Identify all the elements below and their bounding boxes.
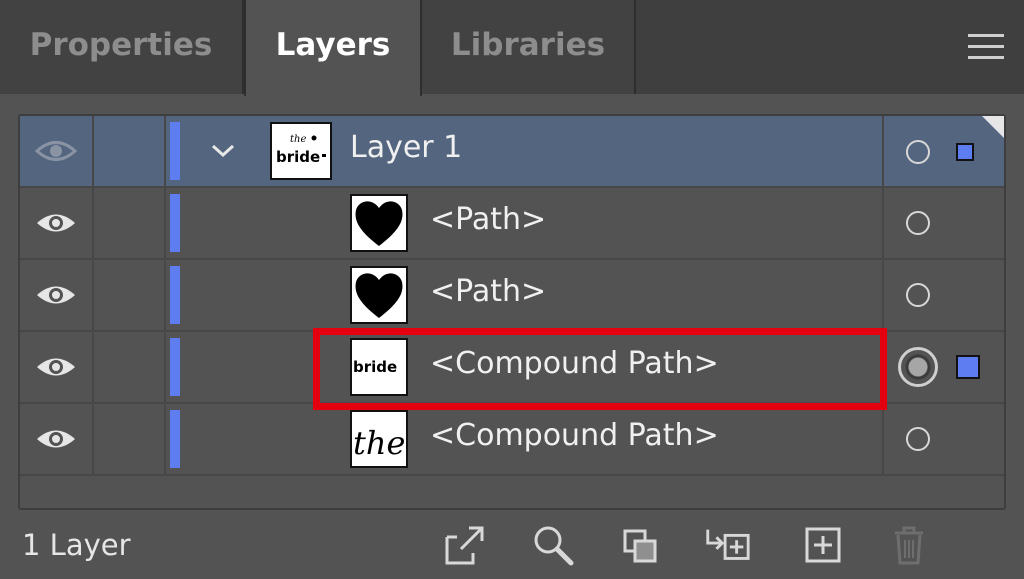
- target-circle-icon[interactable]: [906, 283, 930, 307]
- target-circle-icon[interactable]: [906, 427, 930, 451]
- layer-name[interactable]: Layer 1: [350, 130, 462, 165]
- tab-properties[interactable]: Properties: [0, 0, 244, 94]
- layer-name[interactable]: <Path>: [430, 274, 546, 309]
- the-script-thumbnail: the: [350, 410, 408, 468]
- target-circle-selected-icon[interactable]: [898, 347, 938, 387]
- visibility-toggle[interactable]: [20, 188, 94, 258]
- new-layer-icon[interactable]: [798, 520, 848, 570]
- hamburger-menu-icon[interactable]: [968, 34, 1004, 60]
- selection-indicator[interactable]: [956, 355, 980, 379]
- target-circle-icon[interactable]: [906, 140, 930, 164]
- lock-toggle[interactable]: [94, 116, 166, 186]
- visibility-toggle[interactable]: [20, 260, 94, 330]
- layer-count: 1 Layer: [22, 528, 131, 562]
- layer-name[interactable]: <Path>: [430, 202, 546, 237]
- layer-name[interactable]: <Compound Path>: [430, 418, 719, 453]
- eye-icon: [37, 430, 75, 448]
- visibility-toggle[interactable]: [20, 116, 94, 186]
- eye-icon: [37, 214, 75, 232]
- search-icon[interactable]: [528, 520, 578, 570]
- svg-text:the: the: [290, 134, 306, 145]
- layers-list: the bride Layer 1 <Path> <Path> bride <C…: [18, 114, 1006, 510]
- svg-text:bride: bride: [276, 148, 320, 166]
- eye-icon: [37, 358, 75, 376]
- target-column: [882, 188, 1004, 258]
- target-column: [882, 404, 1004, 474]
- layer-thumbnail: the bride: [270, 122, 332, 180]
- layers-panel: Properties Layers Libraries the bride La…: [0, 0, 1024, 579]
- visibility-toggle[interactable]: [20, 404, 94, 474]
- layer-color-bar: [170, 338, 180, 396]
- panel-tab-bar: Properties Layers Libraries: [0, 0, 1024, 96]
- eye-icon: [37, 286, 75, 304]
- lock-toggle[interactable]: [94, 188, 166, 258]
- tab-libraries[interactable]: Libraries: [422, 0, 636, 94]
- target-circle-icon[interactable]: [906, 211, 930, 235]
- layer-row-layer-1[interactable]: the bride Layer 1: [20, 116, 1004, 188]
- highlight-box: [313, 328, 887, 410]
- tab-layers[interactable]: Layers: [244, 0, 422, 96]
- heart-thumbnail: [350, 194, 408, 252]
- layer-row-path[interactable]: <Path>: [20, 188, 1004, 260]
- target-column: [882, 260, 1004, 330]
- trash-icon[interactable]: [884, 520, 934, 570]
- layer-color-bar: [170, 410, 180, 468]
- visibility-toggle[interactable]: [20, 332, 94, 402]
- heart-thumbnail: [350, 266, 408, 324]
- corner-indicator: [982, 116, 1004, 138]
- layer-row-path[interactable]: <Path>: [20, 260, 1004, 332]
- layer-color-bar: [170, 194, 180, 252]
- target-column: [882, 332, 1004, 402]
- collect-icon[interactable]: [614, 520, 664, 570]
- layer-row-compound-path[interactable]: the <Compound Path>: [20, 404, 1004, 476]
- lock-toggle[interactable]: [94, 260, 166, 330]
- export-icon[interactable]: [440, 520, 490, 570]
- layer-color-bar: [170, 266, 180, 324]
- lock-toggle[interactable]: [94, 404, 166, 474]
- layer-color-bar: [170, 122, 180, 180]
- chevron-down-icon[interactable]: [210, 142, 236, 160]
- move-selection-icon[interactable]: [702, 520, 752, 570]
- svg-text:the: the: [353, 424, 405, 462]
- lock-toggle[interactable]: [94, 332, 166, 402]
- selection-indicator[interactable]: [956, 143, 974, 161]
- eye-icon: [35, 141, 77, 161]
